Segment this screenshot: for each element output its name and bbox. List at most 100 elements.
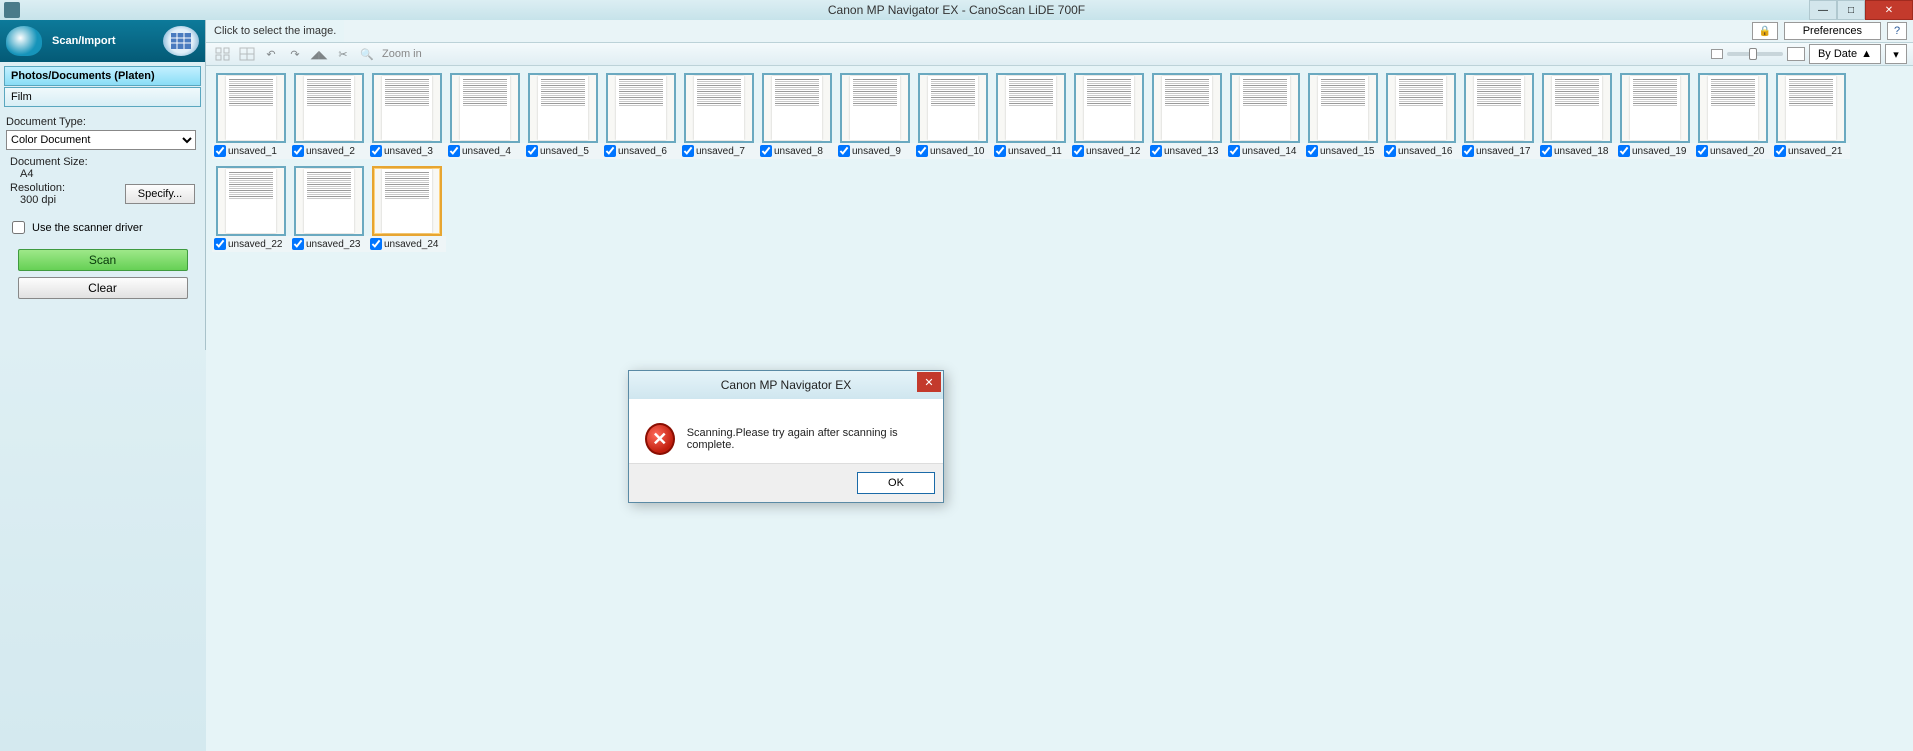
zoom-icon[interactable]: 🔍 — [356, 44, 378, 64]
thumbnail-checkbox[interactable] — [838, 145, 850, 157]
thumbnail-checkbox[interactable] — [1150, 145, 1162, 157]
thumbnail[interactable]: unsaved_16 — [1382, 72, 1460, 159]
thumbnail-image[interactable] — [1776, 73, 1846, 143]
thumbnail[interactable]: unsaved_20 — [1694, 72, 1772, 159]
thumbnail-image[interactable] — [372, 73, 442, 143]
rotate-right-icon[interactable]: ↷ — [284, 44, 306, 64]
thumbnail-image[interactable] — [996, 73, 1066, 143]
select-all-icon[interactable] — [212, 44, 234, 64]
grid-icon[interactable] — [236, 44, 258, 64]
thumbnail[interactable]: unsaved_18 — [1538, 72, 1616, 159]
preferences-button[interactable]: Preferences — [1784, 22, 1881, 40]
thumbnail-checkbox[interactable] — [1696, 145, 1708, 157]
thumbnail-image[interactable] — [294, 166, 364, 236]
thumbnail[interactable]: unsaved_3 — [368, 72, 446, 159]
expand-button[interactable]: ▾ — [1885, 44, 1907, 64]
close-button[interactable]: ✕ — [1865, 0, 1913, 20]
thumbnail[interactable]: unsaved_5 — [524, 72, 602, 159]
source-film[interactable]: Film — [4, 87, 201, 107]
thumb-size-slider[interactable] — [1727, 52, 1783, 56]
thumbnail-image[interactable] — [1698, 73, 1768, 143]
specify-button[interactable]: Specify... — [125, 184, 195, 204]
rotate-left-icon[interactable]: ↶ — [260, 44, 282, 64]
thumbnail-checkbox[interactable] — [682, 145, 694, 157]
thumbnail-image[interactable] — [1074, 73, 1144, 143]
thumbnail[interactable]: unsaved_21 — [1772, 72, 1850, 159]
scan-button[interactable]: Scan — [18, 249, 188, 271]
thumbnail-checkbox[interactable] — [604, 145, 616, 157]
thumbnail-image[interactable] — [1152, 73, 1222, 143]
thumbnail-checkbox[interactable] — [214, 145, 226, 157]
sort-button[interactable]: By Date ▲ — [1809, 44, 1881, 64]
thumbnail[interactable]: unsaved_19 — [1616, 72, 1694, 159]
thumbnail-image[interactable] — [762, 73, 832, 143]
thumbnail-image[interactable] — [1620, 73, 1690, 143]
thumbnail-image[interactable] — [918, 73, 988, 143]
thumbnail[interactable]: unsaved_6 — [602, 72, 680, 159]
thumbnail-image[interactable] — [840, 73, 910, 143]
doc-type-select[interactable]: Color Document — [6, 130, 196, 150]
thumb-small-icon[interactable] — [1711, 49, 1723, 59]
thumbnail[interactable]: unsaved_7 — [680, 72, 758, 159]
thumbnail-image[interactable] — [1230, 73, 1300, 143]
thumbnail[interactable]: unsaved_9 — [836, 72, 914, 159]
thumbnail-checkbox[interactable] — [1540, 145, 1552, 157]
thumbnail[interactable]: unsaved_11 — [992, 72, 1070, 159]
thumbnail-checkbox[interactable] — [1774, 145, 1786, 157]
maximize-button[interactable]: □ — [1837, 0, 1865, 20]
lock-icon[interactable]: 🔒 — [1752, 22, 1778, 40]
thumbnail-image[interactable] — [372, 166, 442, 236]
thumbnail-image[interactable] — [1308, 73, 1378, 143]
thumbnail-checkbox[interactable] — [1618, 145, 1630, 157]
thumbnail-image[interactable] — [216, 166, 286, 236]
thumbnail-image[interactable] — [1386, 73, 1456, 143]
use-driver-checkbox[interactable] — [12, 221, 25, 234]
thumbnail-checkbox[interactable] — [1384, 145, 1396, 157]
thumbnail-image[interactable] — [528, 73, 598, 143]
thumbnail-image[interactable] — [216, 73, 286, 143]
thumbnail[interactable]: unsaved_24 — [368, 165, 446, 252]
thumbnail-checkbox[interactable] — [1462, 145, 1474, 157]
thumbnail-image[interactable] — [1464, 73, 1534, 143]
thumbnail[interactable]: unsaved_1 — [212, 72, 290, 159]
thumbnail[interactable]: unsaved_8 — [758, 72, 836, 159]
thumbnail-checkbox[interactable] — [292, 238, 304, 250]
view-grid-icon[interactable] — [163, 26, 199, 56]
crop-icon[interactable]: ✂ — [332, 44, 354, 64]
thumbnail-checkbox[interactable] — [1306, 145, 1318, 157]
thumbnail[interactable]: unsaved_15 — [1304, 72, 1382, 159]
source-platen[interactable]: Photos/Documents (Platen) — [4, 66, 201, 86]
thumbnail-checkbox[interactable] — [994, 145, 1006, 157]
thumbnail-image[interactable] — [1542, 73, 1612, 143]
thumbnail[interactable]: unsaved_14 — [1226, 72, 1304, 159]
thumbnail[interactable]: unsaved_2 — [290, 72, 368, 159]
thumb-large-icon[interactable] — [1787, 47, 1805, 61]
thumbnail[interactable]: unsaved_4 — [446, 72, 524, 159]
thumbnail-image[interactable] — [450, 73, 520, 143]
thumbnail-checkbox[interactable] — [448, 145, 460, 157]
dialog-close-button[interactable]: ✕ — [917, 372, 941, 392]
thumbnail-image[interactable] — [606, 73, 676, 143]
thumbnail-checkbox[interactable] — [526, 145, 538, 157]
dialog-ok-button[interactable]: OK — [857, 472, 935, 494]
thumbnail-checkbox[interactable] — [214, 238, 226, 250]
thumbnail-checkbox[interactable] — [370, 238, 382, 250]
flip-icon[interactable]: ◢◣ — [308, 44, 330, 64]
thumbnail-checkbox[interactable] — [292, 145, 304, 157]
thumbnail-checkbox[interactable] — [760, 145, 772, 157]
thumbnail-image[interactable] — [684, 73, 754, 143]
thumbnail[interactable]: unsaved_23 — [290, 165, 368, 252]
help-button[interactable]: ? — [1887, 22, 1907, 40]
clear-button[interactable]: Clear — [18, 277, 188, 299]
minimize-button[interactable]: — — [1809, 0, 1837, 20]
thumbnail[interactable]: unsaved_17 — [1460, 72, 1538, 159]
thumbnail[interactable]: unsaved_12 — [1070, 72, 1148, 159]
thumbnail[interactable]: unsaved_22 — [212, 165, 290, 252]
thumbnail-image[interactable] — [294, 73, 364, 143]
thumbnail-checkbox[interactable] — [916, 145, 928, 157]
thumbnail[interactable]: unsaved_13 — [1148, 72, 1226, 159]
thumbnail-checkbox[interactable] — [370, 145, 382, 157]
thumbnail-checkbox[interactable] — [1072, 145, 1084, 157]
thumbnail[interactable]: unsaved_10 — [914, 72, 992, 159]
thumbnail-checkbox[interactable] — [1228, 145, 1240, 157]
